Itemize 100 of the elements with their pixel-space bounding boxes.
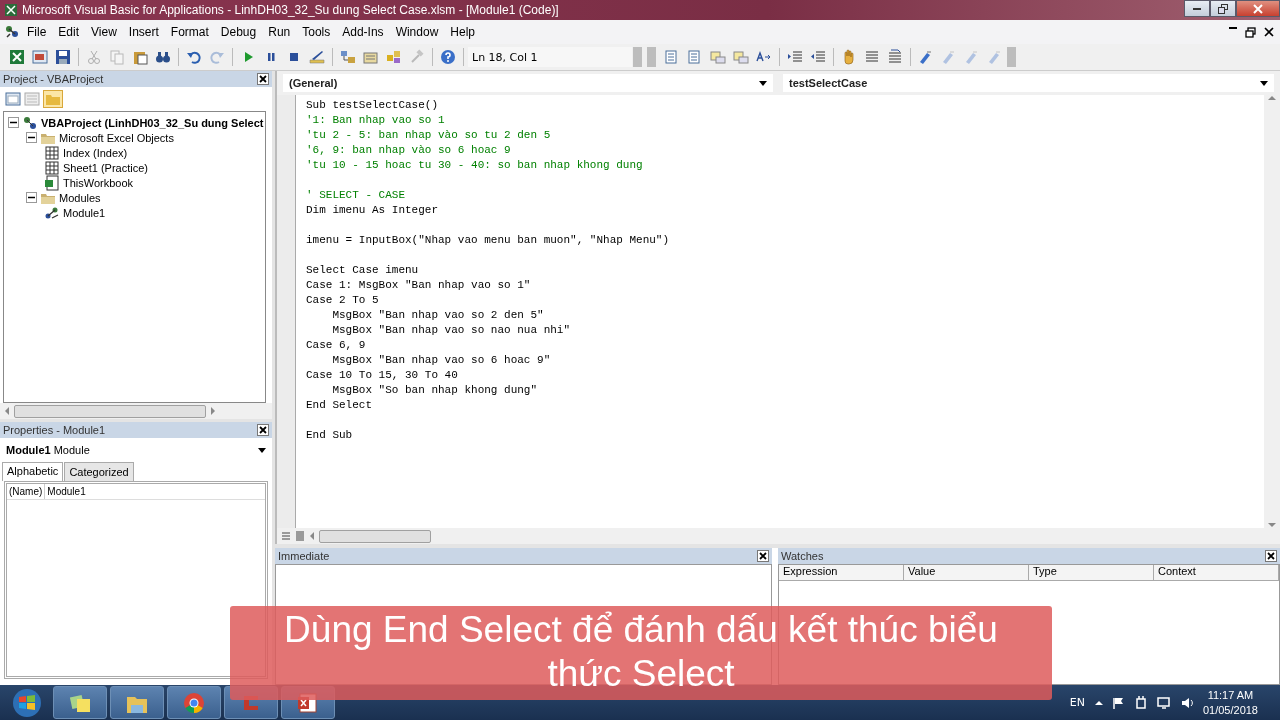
info-tip-icon[interactable] — [733, 49, 749, 65]
list-icon[interactable] — [687, 49, 703, 65]
tree-item[interactable]: Sheet1 (Practice) — [63, 161, 148, 174]
indent-icon[interactable] — [787, 49, 803, 65]
minimize-icon — [1193, 7, 1201, 10]
panel-title: Project - VBAProject — [3, 73, 104, 85]
property-name: (Name) — [7, 484, 46, 499]
property-sheet-icon[interactable] — [363, 49, 379, 65]
close-button[interactable] — [257, 73, 269, 85]
menu-item[interactable]: View — [86, 23, 122, 41]
uncomment-block-icon[interactable] — [887, 49, 903, 65]
tree-item[interactable]: Index (Index) — [63, 146, 128, 159]
code-comment: 'tu 10 - 15 hoac tu 30 - 40: so ban nhap khong dung — [306, 158, 644, 173]
scroll-thumb[interactable] — [14, 404, 206, 418]
info-tip-icon[interactable] — [710, 49, 726, 65]
bookmark-icon[interactable] — [918, 49, 934, 65]
toolbar-grip[interactable] — [1007, 47, 1016, 67]
code-comment: ' SELECT - CASE — [306, 188, 407, 203]
tree-item[interactable]: Modules — [59, 191, 101, 204]
code-line: End Sub — [306, 428, 354, 443]
tree-item[interactable]: Module1 — [63, 206, 106, 219]
column-header[interactable]: Type — [1029, 565, 1154, 580]
code-line: Case 1: MsgBox "Ban nhap vao so 1" — [306, 278, 532, 293]
code-line: Dim imenu As Integer — [306, 203, 440, 218]
tab[interactable]: Alphabetic — [2, 462, 64, 481]
menu-item[interactable]: Insert — [123, 23, 164, 41]
date: 01/05/2018 — [1202, 702, 1258, 718]
save-icon[interactable] — [55, 49, 71, 65]
close-icon — [1267, 552, 1275, 560]
close-button[interactable] — [257, 424, 269, 436]
procedure-dropdown[interactable]: testSelectCase — [783, 74, 1274, 92]
menu-item[interactable]: Window — [390, 23, 444, 41]
close-icon — [259, 75, 267, 83]
panel-title: Immediate — [278, 550, 330, 562]
tree-view-icon[interactable] — [340, 49, 356, 65]
column-header[interactable]: Context — [1154, 565, 1279, 580]
tree-item[interactable]: VBAProject (LinhDH03_32_Su dung Select — [41, 116, 264, 129]
close-button[interactable] — [1236, 0, 1280, 17]
tree-item[interactable]: Microsoft Excel Objects — [59, 131, 174, 144]
excel-icon[interactable] — [9, 49, 25, 65]
view-object-icon — [24, 92, 40, 106]
property-value[interactable]: Module1 — [45, 484, 86, 499]
menu-item[interactable]: Edit — [53, 23, 85, 41]
menu-item[interactable]: Help — [445, 23, 480, 41]
minimize-button[interactable] — [1184, 0, 1210, 17]
toolbar-grip[interactable] — [647, 47, 656, 67]
code-line: Sub testSelectCase() — [306, 98, 440, 113]
outdent-icon[interactable] — [810, 49, 826, 65]
dropdown-arrow-icon — [759, 80, 767, 86]
browser-icon — [182, 690, 206, 715]
menu-item[interactable]: Add-Ins — [337, 23, 389, 41]
help-icon[interactable] — [440, 49, 456, 65]
code-comment: 'tu 2 - 5: ban nhap vào so tu 2 den 5 — [306, 128, 552, 143]
paste-icon[interactable] — [132, 49, 148, 65]
list-icon[interactable] — [664, 49, 680, 65]
object-dropdown[interactable]: (General) — [283, 74, 773, 92]
hand-icon[interactable] — [841, 49, 857, 65]
code-line: MsgBox "Ban nhap vao so nao nua nhi" — [331, 323, 572, 338]
column-header[interactable]: Value — [904, 565, 1029, 580]
menu-item[interactable]: Tools — [297, 23, 336, 41]
clock[interactable]: 11:17 AM 01/05/2018 — [1202, 687, 1258, 718]
view-code-icon — [5, 92, 21, 106]
close-button[interactable] — [757, 550, 769, 562]
subtitle-overlay: Dùng End Select để đánh dấu kết thúc biểu thức Select — [230, 606, 1052, 700]
restore-icon — [1245, 26, 1256, 38]
start-icon[interactable] — [12, 687, 42, 718]
restore-button[interactable] — [1210, 0, 1236, 17]
binoculars-icon[interactable] — [155, 49, 171, 65]
scroll-left-icon — [4, 407, 10, 415]
menu-item[interactable]: Run — [263, 23, 296, 41]
minus-icon — [28, 194, 35, 201]
sheet-icon — [44, 144, 60, 161]
comment-block-icon[interactable] — [864, 49, 880, 65]
show-hidden-icons-icon — [1094, 699, 1103, 706]
time: 11:17 AM — [1207, 687, 1254, 703]
collapse-toggle[interactable] — [26, 192, 37, 203]
scroll-thumb[interactable] — [319, 529, 431, 543]
language-indicator[interactable]: EN — [1069, 696, 1085, 709]
close-button[interactable] — [1265, 550, 1277, 562]
sheet-icon — [44, 159, 60, 176]
speaker-icon — [1180, 696, 1193, 709]
dropdown-arrow-icon — [258, 447, 266, 453]
collapse-toggle[interactable] — [8, 117, 19, 128]
object-browser-icon[interactable] — [386, 49, 402, 65]
code-line: Case 2 To 5 — [306, 293, 380, 308]
undo-icon[interactable] — [186, 49, 202, 65]
collapse-toggle[interactable] — [26, 132, 37, 143]
module-view-icon — [295, 531, 305, 541]
toolbar-grip[interactable] — [633, 47, 642, 67]
tab[interactable]: Categorized — [64, 462, 134, 481]
menu-item[interactable]: File — [22, 23, 52, 41]
tree-item[interactable]: ThisWorkbook — [63, 176, 134, 189]
ruler-pencil-icon[interactable] — [309, 49, 325, 65]
menu-item[interactable]: Debug — [215, 23, 262, 41]
folder-app-button[interactable] — [110, 686, 164, 719]
notes-app-button[interactable] — [53, 686, 107, 719]
form-icon[interactable] — [32, 49, 48, 65]
browser-app-button[interactable] — [167, 686, 221, 719]
menu-item[interactable]: Format — [165, 23, 214, 41]
column-header[interactable]: Expression — [779, 565, 904, 580]
